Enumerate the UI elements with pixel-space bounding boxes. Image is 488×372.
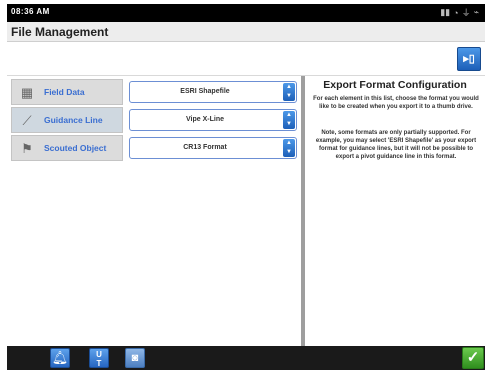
select-value: Vipe X-Line (186, 116, 224, 123)
info-paragraph: For each element in this list, choose th… (313, 96, 479, 110)
page-title: File Management (11, 25, 109, 39)
field-data-format-select[interactable]: ESRI Shapefile ▲ ▼ (129, 81, 297, 103)
camera-icon[interactable]: ◙ (125, 348, 145, 368)
status-time: 08:36 AM (11, 7, 50, 16)
spinner-arrows-icon[interactable]: ▲ ▼ (283, 83, 295, 101)
scouted-object-icon: ⚑ (21, 140, 33, 156)
select-value: ESRI Shapefile (180, 88, 230, 95)
export-to-usb-icon[interactable]: ▸▯ (457, 47, 481, 71)
row-label-text: Scouted Object (44, 143, 107, 153)
status-bar: 08:36 AM ▮▮ ◔ ⏚ ⌁ (7, 4, 485, 22)
bottom-bar: 🔔︎ UT ◙ ✓ (7, 346, 485, 370)
list-item-scouted-object: ⚑ Scouted Object CR13 Format ▲ ▼ (11, 135, 301, 161)
screen: 08:36 AM ▮▮ ◔ ⏚ ⌁ File Management ▸▯ ▦ F… (7, 4, 485, 370)
list-item-field-data: ▦ Field Data ESRI Shapefile ▲ ▼ (11, 79, 301, 105)
signal-icon: ▮▮ (440, 7, 451, 17)
info-panel-title: Export Format Configuration (323, 79, 467, 91)
row-label: ▦ Field Data (11, 79, 123, 105)
main-area: ▦ Field Data ESRI Shapefile ▲ ▼ ⟋ Guidanc… (7, 76, 485, 346)
device-bezel: 08:36 AM ▮▮ ◔ ⏚ ⌁ File Management ▸▯ ▦ F… (0, 0, 488, 372)
info-paragraph: Note, some formats are only partially su… (315, 130, 477, 160)
network-icon: ⌁ (473, 7, 479, 17)
row-label: ⟋ Guidance Line (11, 107, 123, 133)
guidance-line-icon: ⟋ (22, 112, 32, 128)
field-boundary-icon: ▦ (20, 84, 34, 100)
spinner-arrows-icon[interactable]: ▲ ▼ (283, 111, 295, 129)
units-icon[interactable]: UT (89, 348, 109, 368)
select-value: CR13 Format (183, 144, 227, 151)
row-label-text: Field Data (44, 87, 85, 97)
gps-icon: ◔ (453, 7, 459, 18)
row-label: ⚑ Scouted Object (11, 135, 123, 161)
guidance-line-format-select[interactable]: Vipe X-Line ▲ ▼ (129, 109, 297, 131)
list-item-guidance-line: ⟋ Guidance Line Vipe X-Line ▲ ▼ (11, 107, 301, 133)
bell-icon[interactable]: 🔔︎ (50, 348, 70, 368)
usb-icon: ⏚ (461, 8, 471, 18)
title-bar: File Management (7, 22, 485, 42)
status-icons: ▮▮ ◔ ⏚ ⌁ (440, 6, 479, 19)
row-label-text: Guidance Line (44, 115, 103, 125)
export-settings-list: ▦ Field Data ESRI Shapefile ▲ ▼ ⟋ Guidanc… (7, 76, 301, 346)
spinner-arrows-icon[interactable]: ▲ ▼ (283, 139, 295, 157)
scouted-object-format-select[interactable]: CR13 Format ▲ ▼ (129, 137, 297, 159)
toolbar: ▸▯ (7, 42, 485, 76)
checkmark-icon[interactable]: ✓ (462, 347, 484, 369)
info-panel: Export Format Configuration For each ele… (305, 76, 485, 346)
